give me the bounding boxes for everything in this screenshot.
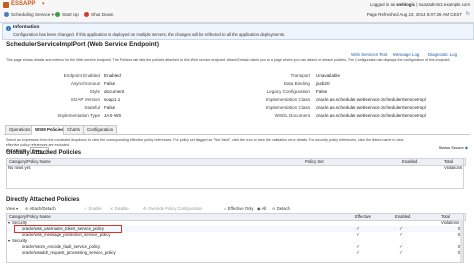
- detail-value: False: [104, 81, 116, 86]
- start-up-button[interactable]: Start Up: [55, 11, 79, 18]
- web-services-test-link[interactable]: Web Services Test: [351, 52, 387, 57]
- stop-icon: [84, 12, 89, 17]
- start-icon: [55, 12, 60, 17]
- app-icon: [3, 2, 9, 8]
- detail-label: Asynchronous: [70, 81, 100, 86]
- global-table-frame: [6, 158, 464, 189]
- shut-down-label: Shut Down: [91, 12, 114, 17]
- detail-label: Legacy Configuration: [266, 89, 310, 94]
- detail-value: False: [316, 89, 328, 94]
- info-title: Information: [13, 25, 40, 30]
- enable-icon: ✓: [84, 206, 88, 211]
- refresh-icon[interactable]: ↻: [466, 11, 470, 17]
- effective-only-radio[interactable]: ○ Effective Only: [224, 205, 253, 212]
- host-name: soa2admin2.example.com: [418, 2, 470, 7]
- tab-charts[interactable]: Charts: [63, 125, 84, 135]
- detail-label: Stateful: [84, 105, 100, 110]
- info-icon: i: [6, 26, 11, 31]
- page-description: This page shows details and metrics for …: [6, 58, 451, 62]
- start-up-label: Start Up: [62, 12, 79, 17]
- policies-intro: Select an expression from the constraint…: [6, 138, 404, 142]
- detail-label: Endpoint Enabled: [63, 73, 100, 78]
- logged-in-label: Logged in as: [369, 2, 396, 7]
- info-message: Configuration has been changed. If this …: [13, 32, 286, 37]
- table-scrollbar[interactable]: [460, 220, 463, 262]
- status-label: Status: [438, 145, 450, 150]
- enable-button[interactable]: ✓ Enable: [84, 205, 102, 212]
- detail-value: Unavailable: [316, 73, 341, 78]
- page-refreshed: Page Refreshed Aug 23, 2014 8:07:26 AM C…: [366, 12, 462, 17]
- detail-label: Implementation Type: [57, 113, 100, 118]
- detail-value: JAX-WS: [104, 113, 122, 118]
- enable-label: Enable: [88, 206, 102, 211]
- disable-icon: ✕: [110, 206, 114, 211]
- top-bar: ESSAPP ▾ Scheduling Service ▾ Start Up S…: [0, 0, 474, 23]
- shut-down-button[interactable]: Shut Down: [84, 11, 113, 18]
- detach-button[interactable]: ⊖ Detach: [272, 205, 290, 212]
- direct-policies-title: Directly Attached Policies: [6, 197, 80, 203]
- scheduling-service-menu[interactable]: Scheduling Service ▾: [4, 11, 54, 18]
- detail-label: Data Binding: [283, 81, 310, 86]
- detail-label: WSDL Document: [274, 113, 310, 118]
- app-title[interactable]: ESSAPP: [11, 1, 35, 7]
- scheduling-service-label: Scheduling Service: [11, 12, 51, 17]
- status-display: Status Secure ◆: [439, 145, 468, 150]
- shield-icon: ◆: [464, 145, 468, 150]
- override-label: Override Policy Configuration: [147, 206, 203, 211]
- detail-value: False: [104, 105, 116, 110]
- detail-value: jaxb20: [316, 81, 330, 86]
- direct-table-frame: [6, 213, 464, 263]
- view-menu[interactable]: View ▾: [6, 205, 18, 212]
- view-label: View: [6, 206, 16, 211]
- user-name[interactable]: weblogic: [396, 2, 415, 7]
- information-banner: i Information Configuration has been cha…: [2, 23, 474, 40]
- attach-detach-label: Attach/Detach: [29, 206, 56, 211]
- tab-configuration[interactable]: Configuration: [83, 125, 118, 135]
- login-info: Logged in as weblogic | soa2admin2.examp…: [369, 2, 470, 7]
- detail-value: oracle.as.scheduler.webservice.Scheduler…: [316, 105, 426, 110]
- disable-button[interactable]: ✕ Disable: [110, 205, 129, 212]
- override-icon: ⚙: [143, 206, 147, 211]
- wsdl-document-link[interactable]: oracle.as.scheduler.webservice.Scheduler…: [316, 113, 426, 118]
- detail-label: Implementation Class: [265, 105, 310, 110]
- detail-value: document: [104, 89, 125, 94]
- diagnostic-log-link[interactable]: Diagnostic Log: [428, 52, 457, 57]
- detail-label: Style: [89, 89, 100, 94]
- attach-icon: ⊕: [25, 206, 29, 211]
- page-title: SchedulerServiceImplPort (Web Service En…: [6, 41, 159, 48]
- all-radio[interactable]: ◉ All: [257, 205, 266, 212]
- override-config-button[interactable]: ⚙ Override Policy Configuration: [143, 205, 202, 212]
- detail-label: Transport: [290, 73, 311, 78]
- effective-only-label: Effective Only: [227, 206, 254, 211]
- all-label: All: [261, 206, 267, 211]
- detach-label: Detach: [276, 206, 290, 211]
- detail-value: oracle.as.scheduler.webservice.Scheduler…: [316, 97, 426, 102]
- attach-detach-button[interactable]: ⊕ Attach/Detach: [25, 205, 56, 212]
- global-policies-title: Globally Attached Policies: [6, 150, 82, 156]
- title-menu-chevron-icon[interactable]: ▾: [42, 1, 45, 7]
- detail-label: SOAP Version: [70, 97, 100, 102]
- disable-label: Disable: [114, 206, 129, 211]
- detail-value: soap1.1: [104, 97, 121, 102]
- status-value: Secure: [451, 145, 464, 150]
- detail-label: Implementation Class: [265, 97, 310, 102]
- detail-value: Enabled: [104, 73, 121, 78]
- message-log-link[interactable]: Message Log: [393, 52, 419, 57]
- detach-icon: ⊖: [272, 206, 276, 211]
- service-icon: [4, 12, 9, 17]
